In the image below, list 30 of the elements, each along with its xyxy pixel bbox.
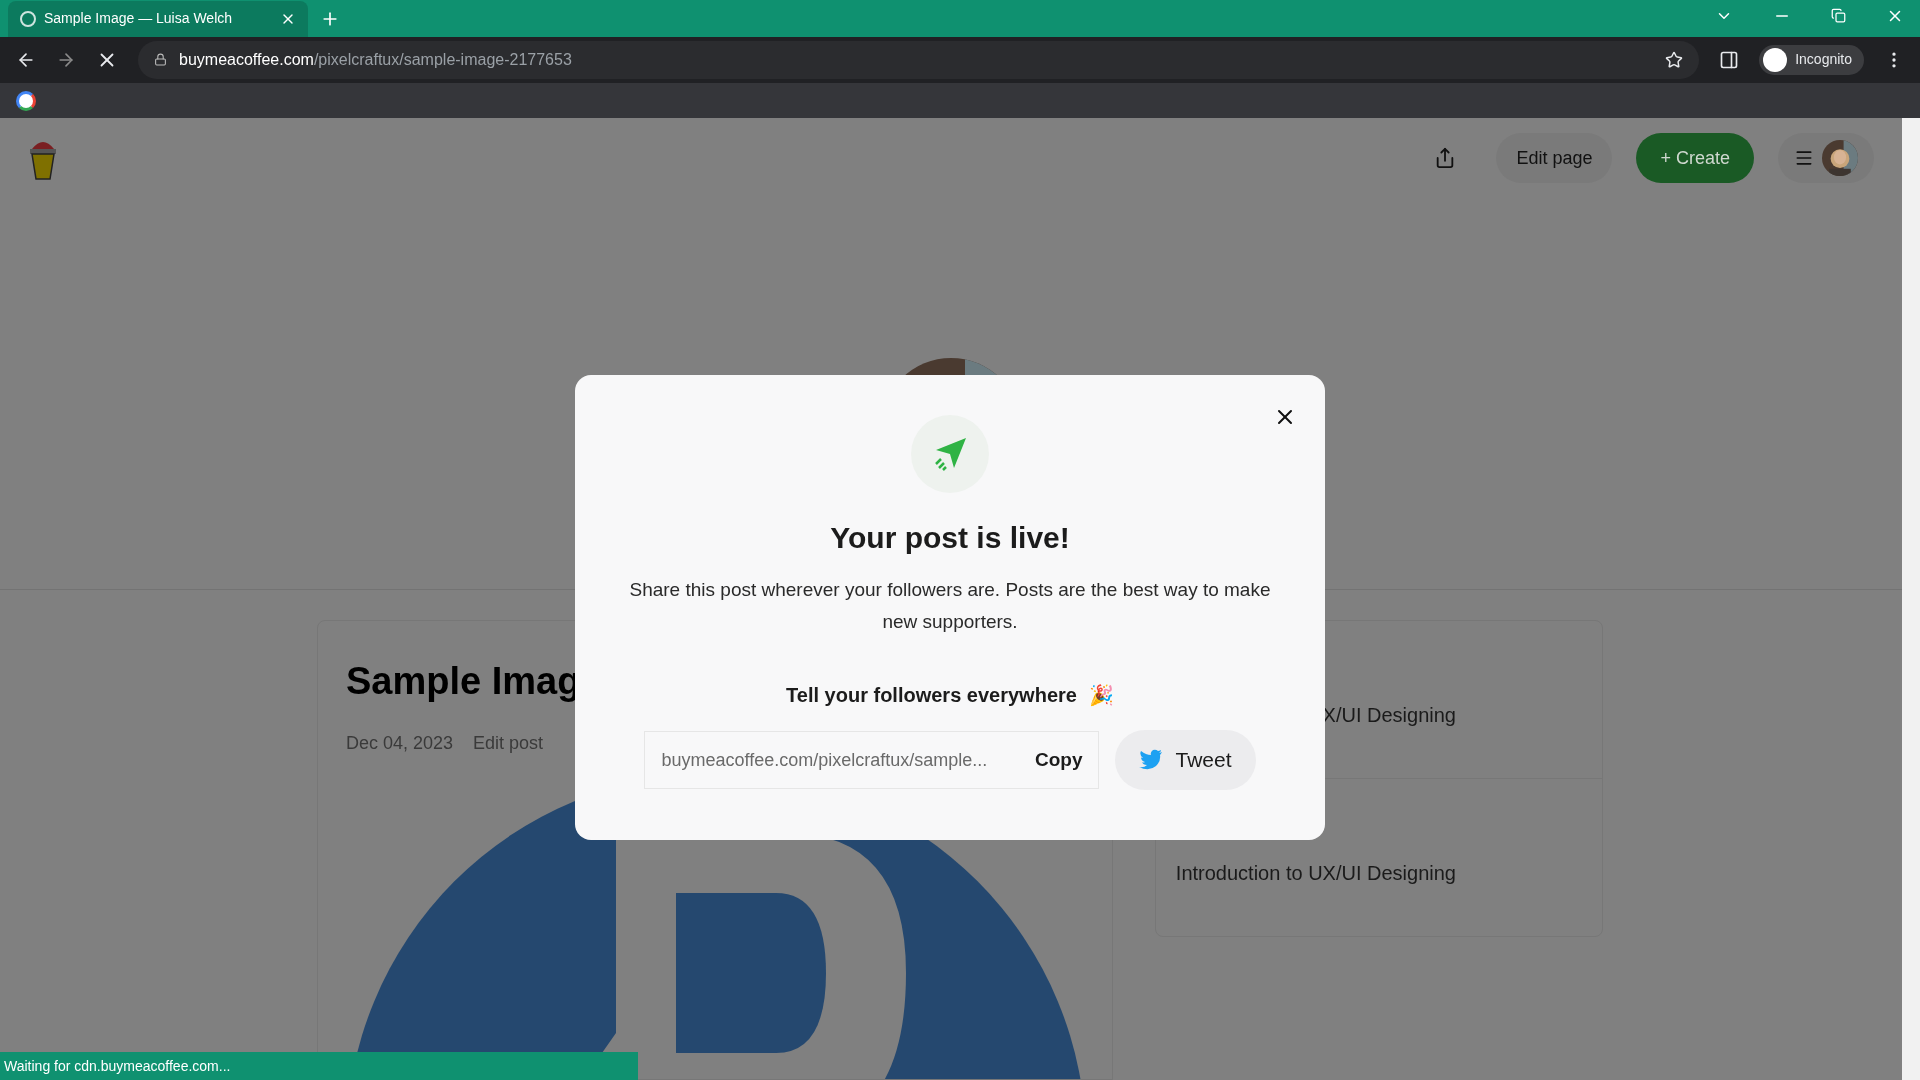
edit-post-link[interactable]: Edit post — [473, 730, 544, 757]
side-panel-icon[interactable] — [1719, 49, 1740, 70]
status-bar: Waiting for cdn.buymeacoffee.com... — [0, 1052, 638, 1080]
bookmark-star-icon[interactable] — [1665, 50, 1684, 69]
restore-icon[interactable] — [1831, 8, 1846, 24]
tab-title: Sample Image — Luisa Welch — [44, 9, 234, 29]
menu-icon — [1794, 148, 1814, 168]
dialog-title: Your post is live! — [830, 520, 1070, 556]
share-link-field[interactable]: buymeacoffee.com/pixelcraftux/sample... Copy — [644, 731, 1100, 789]
address-bar[interactable]: buymeacoffee.com/pixelcraftux/sample-image-2177653 — [138, 40, 1700, 79]
share-prompt: Tell your followers everywhere — [786, 683, 1077, 708]
google-icon[interactable] — [16, 90, 36, 111]
incognito-icon — [1763, 47, 1788, 72]
tweet-button[interactable]: Tweet — [1115, 730, 1256, 790]
bird-icon — [1139, 749, 1164, 771]
share-link-text: buymeacoffee.com/pixelcraftux/sample... — [661, 748, 989, 772]
create-button[interactable]: + Create — [1636, 133, 1754, 183]
url-text: buymeacoffee.com/pixelcraftux/sample-image-2177653 — [179, 49, 573, 70]
favicon-icon — [20, 10, 36, 27]
edit-page-button[interactable]: Edit page — [1496, 133, 1613, 183]
browser-tab[interactable]: Sample Image — Luisa Welch — [8, 0, 308, 37]
post-date: Dec 04, 2023 — [346, 732, 454, 755]
lock-icon — [154, 53, 167, 67]
post-list-item[interactable]: X/UI Designing — [1322, 700, 1456, 730]
dialog-description: Share this post wherever your followers are. Posts are the best way to make new supporters. — [628, 578, 1272, 634]
avatar — [1822, 140, 1858, 176]
party-popper-emoji: 🎉 — [1088, 683, 1114, 708]
post-list-item[interactable]: Introduction to UX/UI Designing — [1175, 858, 1456, 888]
incognito-badge[interactable]: Incognito — [1759, 44, 1864, 75]
copy-button[interactable]: Copy — [1035, 745, 1083, 775]
